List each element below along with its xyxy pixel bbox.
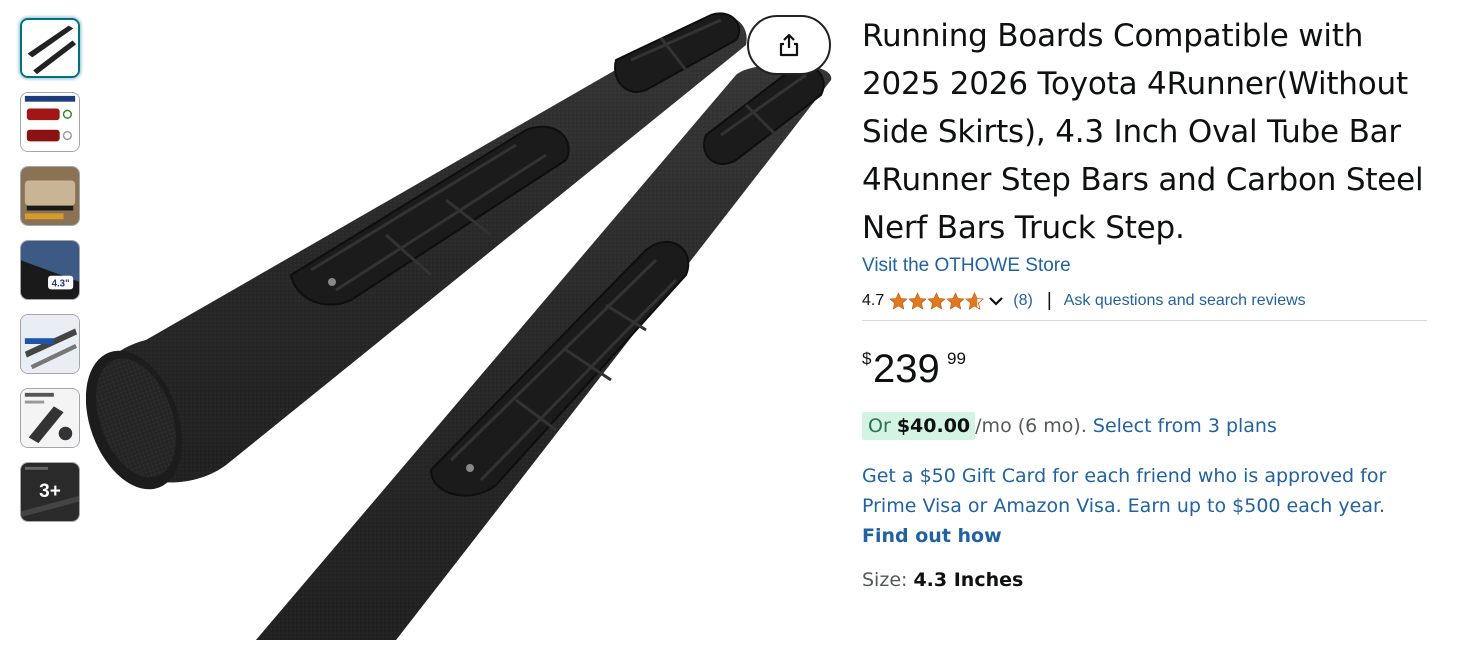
star-half-icon (965, 292, 985, 310)
star-icon (889, 292, 908, 310)
find-out-how-link[interactable]: Find out how (862, 521, 1427, 551)
price: $ 239 99 (862, 341, 1427, 401)
running-boards-image (85, 12, 832, 641)
product-info: Running Boards Compatible with 2025 2026… (862, 12, 1427, 591)
star-icon (927, 292, 946, 310)
ask-questions-link[interactable]: Ask questions and search reviews (1064, 292, 1306, 310)
size-value: 4.3 Inches (913, 569, 1024, 591)
store-link[interactable]: Visit the OTHOWE Store (862, 253, 1427, 279)
review-count-link[interactable]: (8) (1013, 292, 1033, 310)
thumbnail-vehicle-fitment[interactable] (20, 92, 80, 152)
thumbnail-size-detail[interactable]: 4.3" (20, 240, 80, 300)
size-label: Size: (862, 569, 908, 591)
rating-row: 4.7 (8) | Ask questions and search revie… (862, 288, 1427, 314)
gift-card-promo: Get a $50 Gift Card for each friend who … (862, 461, 1427, 551)
share-button[interactable] (747, 15, 831, 75)
thumbnail-features[interactable] (20, 388, 80, 448)
thumbnail-installed-on-truck[interactable] (20, 166, 80, 226)
price-fraction: 99 (947, 349, 966, 368)
running-boards-thumb-image (22, 20, 78, 76)
installment-prefix: Or (868, 415, 891, 437)
svg-text:4.3": 4.3" (52, 278, 70, 289)
chevron-down-icon[interactable] (987, 292, 1005, 310)
size-row: Size: 4.3 Inches (862, 569, 1427, 591)
installment-amount: $40.00 (896, 415, 971, 437)
thumbnail-more-images[interactable]: 3+ (20, 462, 80, 522)
main-product-image[interactable] (85, 0, 846, 641)
promo-text-link[interactable]: Get a $50 Gift Card for each friend who … (862, 465, 1386, 517)
rating-value: 4.7 (862, 292, 885, 309)
installment-highlight: Or $40.00 (862, 412, 976, 440)
thumbnail-material-detail[interactable] (20, 314, 80, 374)
features-thumb-image (21, 389, 79, 447)
installed-truck-thumb-image (21, 167, 79, 225)
select-plans-link[interactable]: Select from 3 plans (1093, 415, 1277, 437)
product-title: Running Boards Compatible with 2025 2026… (862, 18, 1424, 246)
star-icon (946, 292, 965, 310)
divider (862, 320, 1427, 321)
share-icon (779, 33, 799, 57)
star-icon (908, 292, 927, 310)
installment-offer: Or $40.00/mo (6 mo). Select from 3 plans (862, 411, 1427, 441)
thumbnail-running-boards[interactable] (20, 18, 80, 78)
rating-separator: | (1046, 290, 1052, 311)
size-detail-thumb-image: 4.3" (21, 241, 79, 299)
price-symbol: $ (862, 349, 872, 368)
more-images-count: 3+ (39, 481, 61, 502)
material-detail-thumb-image (21, 315, 79, 373)
price-whole: 239 (873, 347, 940, 391)
vehicle-fitment-thumb-image (21, 93, 79, 151)
star-rating[interactable] (889, 292, 985, 310)
installment-terms: /mo (6 mo). (975, 415, 1087, 437)
